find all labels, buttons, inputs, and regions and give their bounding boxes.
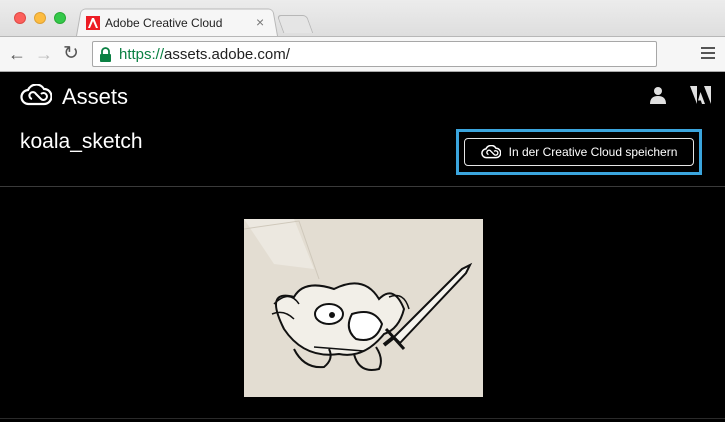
menu-icon[interactable] — [701, 47, 715, 61]
save-to-creative-cloud-button[interactable]: In der Creative Cloud speichern — [464, 138, 694, 166]
koala-sketch-preview[interactable] — [244, 219, 483, 397]
tab-title: Adobe Creative Cloud — [105, 16, 223, 30]
browser-tab-content[interactable]: Adobe Creative Cloud × — [86, 13, 276, 33]
adobe-favicon-icon — [86, 16, 100, 30]
browser-tabstrip: Adobe Creative Cloud × — [0, 0, 725, 37]
asset-name: koala_sketch — [20, 130, 143, 153]
tab-close-icon[interactable]: × — [256, 14, 264, 30]
url-scheme: https:// — [119, 45, 165, 63]
window-close-button[interactable] — [14, 12, 26, 24]
window-maximize-button[interactable] — [54, 12, 66, 24]
creative-cloud-icon — [20, 84, 52, 106]
window-minimize-button[interactable] — [34, 12, 46, 24]
new-tab-button[interactable] — [276, 15, 314, 33]
lock-icon — [100, 46, 111, 62]
url-host: assets.adobe.com/ — [164, 45, 290, 63]
save-button-label: In der Creative Cloud speichern — [508, 145, 678, 159]
forward-button[interactable]: → — [35, 43, 53, 65]
app-title: Assets — [62, 84, 129, 109]
user-icon[interactable] — [648, 85, 668, 105]
bottom-divider — [0, 418, 725, 419]
koala-sketch-drawing — [244, 219, 483, 397]
reload-button[interactable]: ↻ — [63, 43, 79, 65]
browser-toolbar: ← → ↻ https://assets.adobe.com/ — [0, 36, 725, 72]
creative-cloud-icon — [480, 145, 501, 159]
address-bar[interactable]: https://assets.adobe.com/ — [92, 41, 657, 67]
adobe-icon[interactable] — [690, 86, 711, 104]
back-button[interactable]: ← — [8, 43, 26, 65]
